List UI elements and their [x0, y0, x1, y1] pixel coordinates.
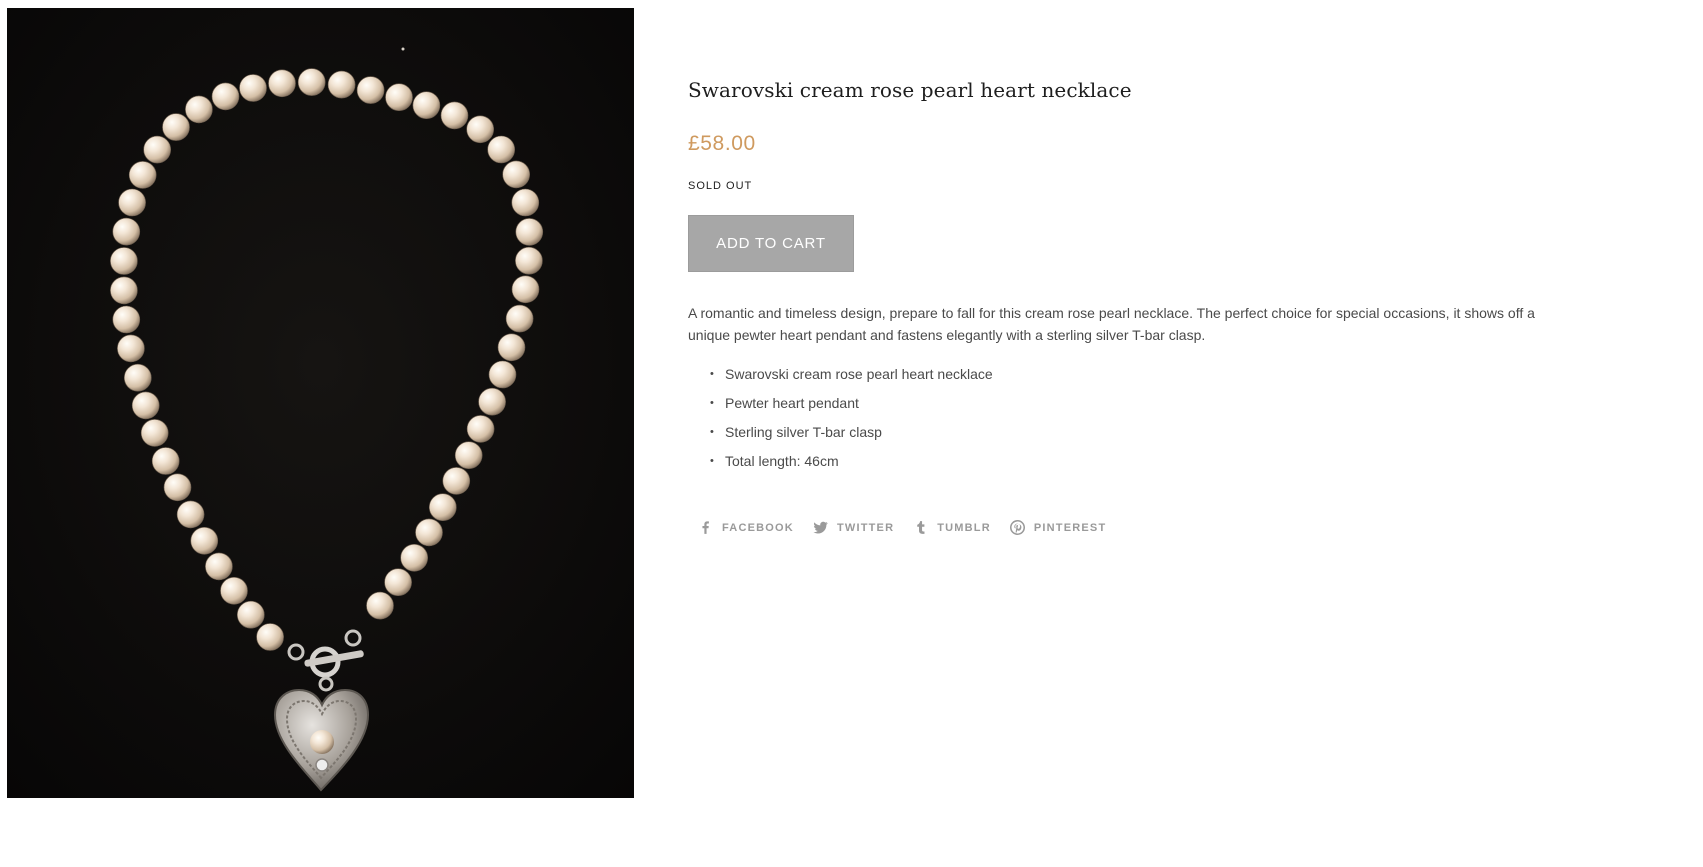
pearl: [185, 95, 213, 124]
pearl: [110, 247, 138, 275]
pearl: [131, 391, 160, 420]
pearl: [487, 135, 516, 164]
pearl: [112, 217, 141, 246]
pearl: [162, 113, 190, 141]
pearl: [124, 363, 152, 392]
pearl: [220, 576, 248, 605]
pinterest-icon: [1009, 519, 1025, 536]
pearl: [205, 552, 233, 581]
pearl: [297, 68, 326, 96]
pearl: [128, 161, 157, 189]
pearl: [151, 447, 180, 475]
pearl: [356, 76, 385, 104]
dust-speck: [401, 47, 405, 51]
pearl: [466, 115, 495, 144]
pearl: [117, 334, 145, 363]
share-tumblr-label: TUMBLR: [937, 521, 991, 534]
pearl: [140, 419, 169, 447]
product-title: Swarovski cream rose pearl heart necklac…: [688, 78, 1132, 102]
pearl: [143, 135, 171, 164]
pearl: [515, 246, 543, 275]
pearl: [190, 526, 219, 555]
twitter-icon: [813, 521, 828, 534]
pearl: [415, 518, 443, 547]
feature-item: Pewter heart pendant: [710, 389, 1568, 418]
share-facebook-link[interactable]: FACEBOOK: [697, 519, 794, 536]
pearl: [478, 387, 506, 416]
necklace-illustration: [7, 8, 634, 798]
pearl: [511, 275, 540, 304]
description-text: A romantic and timeless design, prepare …: [688, 305, 1535, 343]
pearl: [428, 493, 457, 522]
pearl: [454, 441, 483, 470]
pearl: [239, 74, 267, 102]
pearl: [442, 467, 471, 495]
pearl: [163, 473, 192, 502]
feature-item: Total length: 46cm: [710, 447, 1568, 476]
tumblr-icon: [917, 521, 925, 534]
pearl: [110, 276, 138, 305]
product-price: £58.00: [688, 132, 756, 155]
pearl: [400, 543, 429, 572]
pearl: [440, 101, 469, 130]
pearl: [366, 591, 394, 620]
pearl: [268, 69, 296, 98]
pearl: [505, 304, 534, 333]
feature-item: Swarovski cream rose pearl heart necklac…: [710, 360, 1568, 389]
pearl: [176, 500, 205, 529]
pearl: [256, 623, 284, 651]
share-tumblr-link[interactable]: TUMBLR: [912, 519, 991, 536]
pearl: [327, 70, 356, 99]
product-description: A romantic and timeless design, prepare …: [688, 302, 1568, 476]
stock-status: SOLD OUT: [688, 180, 753, 192]
pearl: [515, 218, 544, 246]
pearl: [502, 160, 531, 189]
share-twitter-label: TWITTER: [836, 521, 895, 534]
share-pinterest-label: PINTEREST: [1033, 521, 1107, 534]
pearl: [118, 188, 146, 217]
pearl: [384, 568, 412, 597]
add-to-cart-button[interactable]: ADD TO CART: [688, 215, 854, 272]
feature-list: Swarovski cream rose pearl heart necklac…: [688, 360, 1568, 476]
product-details: Swarovski cream rose pearl heart necklac…: [688, 78, 1568, 476]
facebook-icon: [702, 521, 709, 534]
pearl: [466, 415, 495, 443]
share-twitter-link[interactable]: TWITTER: [812, 519, 894, 536]
share-links: FACEBOOK TWITTER TUMBLR PINTEREST: [697, 519, 1124, 536]
share-facebook-label: FACEBOOK: [722, 521, 794, 534]
pearl: [112, 305, 141, 334]
feature-item: Sterling silver T-bar clasp: [710, 418, 1568, 447]
pearl: [385, 83, 413, 111]
product-image[interactable]: [7, 8, 634, 798]
pearl: [497, 333, 526, 362]
pearl: [412, 91, 441, 119]
pearl: [488, 360, 517, 389]
pearl: [211, 82, 240, 111]
pearl: [511, 188, 540, 217]
share-pinterest-link[interactable]: PINTEREST: [1009, 519, 1107, 536]
pearl: [237, 600, 265, 629]
